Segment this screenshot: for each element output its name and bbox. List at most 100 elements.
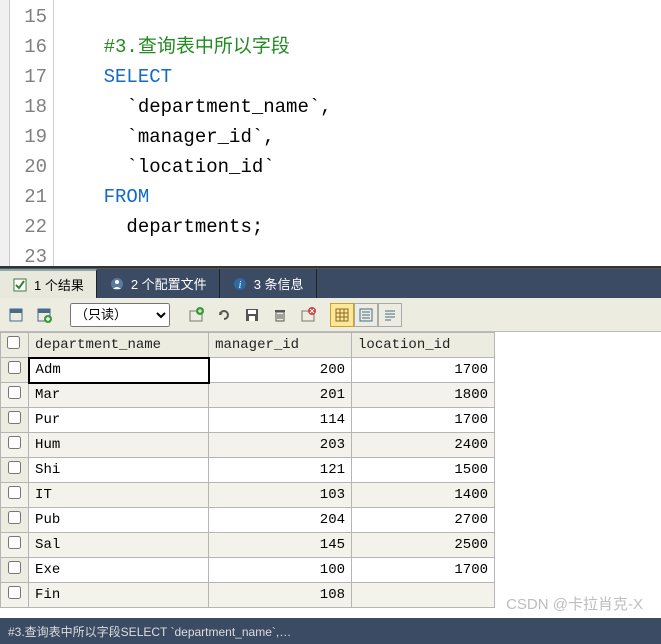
row-checkbox-cell[interactable] <box>1 433 29 458</box>
cell-loc[interactable]: 1700 <box>352 408 495 433</box>
tab-results[interactable]: 1 个结果 <box>0 269 97 298</box>
add-row-icon[interactable] <box>32 303 56 327</box>
line-number: 21 <box>10 182 47 212</box>
line-number: 20 <box>10 152 47 182</box>
cell-mgr[interactable]: 121 <box>209 458 352 483</box>
cell-dept[interactable]: Adm <box>29 358 209 383</box>
tab-label: 3 条信息 <box>254 274 304 293</box>
result-table[interactable]: department_name manager_id location_id A… <box>0 332 495 608</box>
cell-loc[interactable] <box>352 583 495 608</box>
cell-mgr[interactable]: 108 <box>209 583 352 608</box>
tab-profiles[interactable]: 2 个配置文件 <box>97 269 220 298</box>
result-tabs: 1 个结果 2 个配置文件 i 3 条信息 <box>0 268 661 298</box>
result-grid: department_name manager_id location_id A… <box>0 332 661 618</box>
row-checkbox-cell[interactable] <box>1 358 29 383</box>
refresh-icon[interactable] <box>212 303 236 327</box>
info-icon: i <box>232 276 248 292</box>
cell-loc[interactable]: 1700 <box>352 558 495 583</box>
sql-keyword: SELECT <box>104 66 172 88</box>
row-checkbox[interactable] <box>8 461 21 474</box>
code-text: `manager_id`, <box>126 126 274 148</box>
sql-keyword: FROM <box>104 186 150 208</box>
line-number: 22 <box>10 212 47 242</box>
cell-dept[interactable]: Pub <box>29 508 209 533</box>
cell-dept[interactable]: Fin <box>29 583 209 608</box>
cell-dept[interactable]: Pur <box>29 408 209 433</box>
row-checkbox-cell[interactable] <box>1 483 29 508</box>
result-toolbar: （只读） <box>0 298 661 332</box>
cell-dept[interactable]: IT <box>29 483 209 508</box>
row-checkbox-cell[interactable] <box>1 383 29 408</box>
row-checkbox[interactable] <box>8 411 21 424</box>
grid-view-button[interactable] <box>330 303 354 327</box>
row-checkbox[interactable] <box>8 486 21 499</box>
table-row[interactable]: Fin108 <box>1 583 495 608</box>
line-number: 19 <box>10 122 47 152</box>
cell-loc[interactable]: 1700 <box>352 358 495 383</box>
cell-dept[interactable]: Hum <box>29 433 209 458</box>
row-checkbox-cell[interactable] <box>1 458 29 483</box>
table-row[interactable]: Sal1452500 <box>1 533 495 558</box>
cell-mgr[interactable]: 145 <box>209 533 352 558</box>
row-checkbox[interactable] <box>8 361 21 374</box>
select-all-checkbox[interactable] <box>7 336 20 349</box>
row-checkbox-cell[interactable] <box>1 558 29 583</box>
line-number-gutter: 15 16 17 18 19 20 21 22 23 <box>10 0 54 266</box>
cell-dept[interactable]: Sal <box>29 533 209 558</box>
cell-mgr[interactable]: 203 <box>209 433 352 458</box>
cell-mgr[interactable]: 204 <box>209 508 352 533</box>
table-row[interactable]: Exe1001700 <box>1 558 495 583</box>
line-number: 17 <box>10 62 47 92</box>
cell-dept[interactable]: Exe <box>29 558 209 583</box>
row-checkbox-cell[interactable] <box>1 583 29 608</box>
row-checkbox[interactable] <box>8 511 21 524</box>
readonly-select[interactable]: （只读） <box>70 303 170 327</box>
cell-loc[interactable]: 1500 <box>352 458 495 483</box>
table-row[interactable]: Adm2001700 <box>1 358 495 383</box>
code-text: `location_id` <box>126 156 274 178</box>
cell-loc[interactable]: 1400 <box>352 483 495 508</box>
row-checkbox-cell[interactable] <box>1 533 29 558</box>
cell-mgr[interactable]: 114 <box>209 408 352 433</box>
sql-editor: 15 16 17 18 19 20 21 22 23 #3.查询表中所以字段 S… <box>0 0 661 268</box>
row-checkbox[interactable] <box>8 561 21 574</box>
export-icon[interactable] <box>4 303 28 327</box>
row-checkbox[interactable] <box>8 536 21 549</box>
row-checkbox[interactable] <box>8 586 21 599</box>
checkbox-header[interactable] <box>1 333 29 358</box>
cancel-icon[interactable] <box>296 303 320 327</box>
row-checkbox-cell[interactable] <box>1 508 29 533</box>
table-row[interactable]: Pur1141700 <box>1 408 495 433</box>
table-row[interactable]: Pub2042700 <box>1 508 495 533</box>
cell-loc[interactable]: 2700 <box>352 508 495 533</box>
tab-info[interactable]: i 3 条信息 <box>220 269 317 298</box>
cell-mgr[interactable]: 200 <box>209 358 352 383</box>
column-header-dept[interactable]: department_name <box>29 333 209 358</box>
line-number: 16 <box>10 32 47 62</box>
cell-mgr[interactable]: 103 <box>209 483 352 508</box>
code-area[interactable]: #3.查询表中所以字段 SELECT `department_name`, `m… <box>54 0 661 266</box>
save-icon[interactable] <box>240 303 264 327</box>
form-view-button[interactable] <box>354 303 378 327</box>
table-row[interactable]: Shi1211500 <box>1 458 495 483</box>
cell-loc[interactable]: 1800 <box>352 383 495 408</box>
table-row[interactable]: Mar2011800 <box>1 383 495 408</box>
cell-loc[interactable]: 2500 <box>352 533 495 558</box>
row-checkbox[interactable] <box>8 436 21 449</box>
row-checkbox-cell[interactable] <box>1 408 29 433</box>
table-row[interactable]: Hum2032400 <box>1 433 495 458</box>
cell-mgr[interactable]: 100 <box>209 558 352 583</box>
cell-dept[interactable]: Mar <box>29 383 209 408</box>
text-view-button[interactable] <box>378 303 402 327</box>
cell-loc[interactable]: 2400 <box>352 433 495 458</box>
delete-icon[interactable] <box>268 303 292 327</box>
insert-icon[interactable] <box>184 303 208 327</box>
column-header-loc[interactable]: location_id <box>352 333 495 358</box>
cell-dept[interactable]: Shi <box>29 458 209 483</box>
results-icon <box>12 277 28 293</box>
column-header-mgr[interactable]: manager_id <box>209 333 352 358</box>
cell-mgr[interactable]: 201 <box>209 383 352 408</box>
code-text: departments; <box>126 216 263 238</box>
row-checkbox[interactable] <box>8 386 21 399</box>
table-row[interactable]: IT1031400 <box>1 483 495 508</box>
